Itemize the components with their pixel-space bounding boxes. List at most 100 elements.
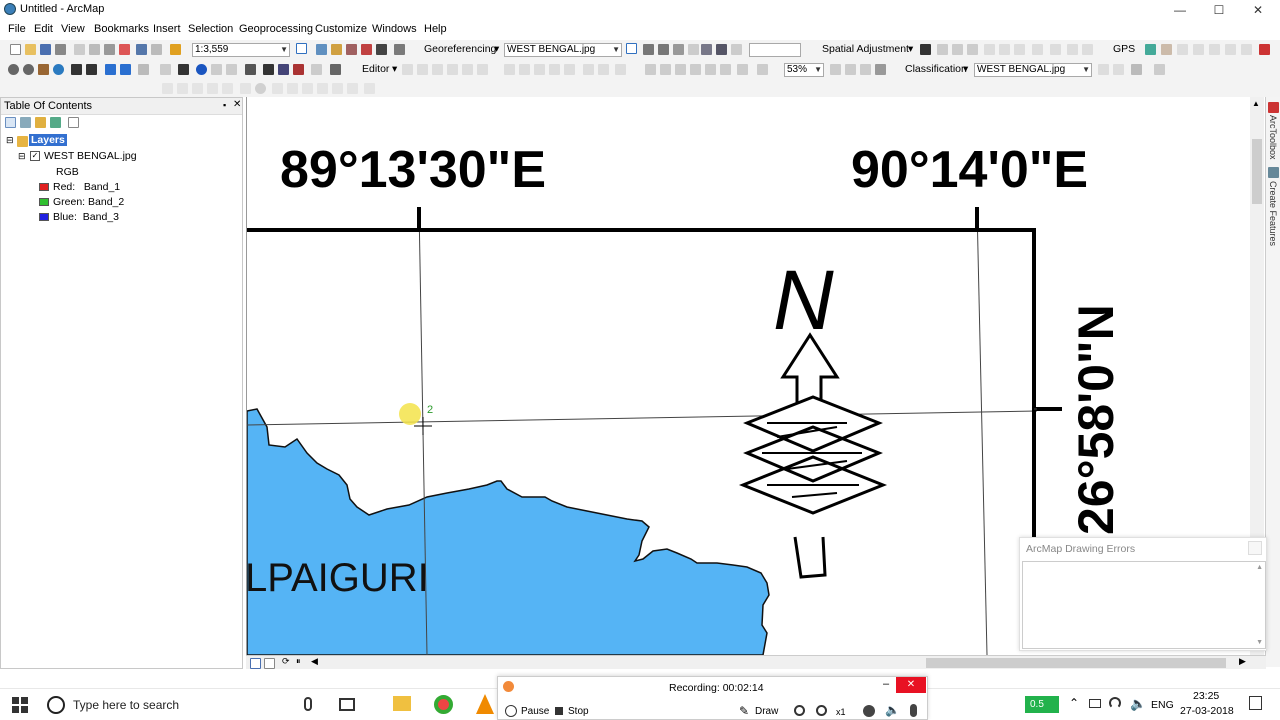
python-window-icon[interactable] [376,44,387,55]
arctoolbox-dock-icon[interactable] [1268,102,1279,113]
redo-icon[interactable] [151,44,162,55]
layer-visibility-checkbox[interactable]: ✓ [30,151,40,161]
straight-segment-icon[interactable] [432,64,443,75]
paste-icon[interactable] [104,44,115,55]
search-window-icon[interactable] [346,44,357,55]
menu-view[interactable]: View [61,23,85,35]
rotate-edit-icon[interactable] [564,64,575,75]
vlc-icon[interactable] [476,694,494,714]
layout-fixed-zoom-in-icon[interactable] [705,64,716,75]
list-by-source-icon[interactable] [20,117,31,128]
classify-icon[interactable] [1131,64,1142,75]
scroll-left-icon[interactable]: ◀ [311,656,318,667]
attributes-icon[interactable] [583,64,594,75]
pause-icon[interactable] [505,705,517,717]
volume-icon[interactable]: 🔈 [1130,696,1146,712]
disabled-tool-icon[interactable] [347,83,358,94]
find-icon[interactable] [263,64,274,75]
limited-adjust-icon[interactable] [999,44,1010,55]
html-popup-icon[interactable] [226,64,237,75]
layout-back-icon[interactable] [737,64,748,75]
toggle-draft-mode-icon[interactable] [830,64,841,75]
time-slider-icon[interactable] [311,64,322,75]
clear-selection-icon[interactable] [160,64,171,75]
toc-options-icon[interactable] [68,117,79,128]
chrome-icon[interactable] [434,695,453,714]
list-by-visibility-icon[interactable] [35,117,46,128]
scroll-up-icon[interactable]: ▲ [1252,99,1260,108]
auto-adjust-icon[interactable] [688,44,699,55]
georef-layer-combo[interactable]: WEST BENGAL.jpg ▼ [504,43,622,57]
action-center-icon[interactable] [1249,696,1262,710]
clear-links-icon[interactable] [1014,44,1025,55]
speaker-icon[interactable]: 🔈 [885,703,900,717]
end-point-arc-icon[interactable] [447,64,458,75]
reshape-icon[interactable] [519,64,530,75]
disabled-tool-icon[interactable] [177,83,188,94]
gps-pan-icon[interactable] [1177,44,1188,55]
list-by-selection-icon[interactable] [50,117,61,128]
close-button[interactable]: ✕ [1238,0,1278,20]
edit-annotation-icon[interactable] [417,64,428,75]
layout-view-icon[interactable] [264,658,275,669]
layers-label[interactable]: Layers [29,134,67,146]
map-scale-combo[interactable]: 1:3,559 ▼ [192,43,290,57]
menu-file[interactable]: File [8,23,26,35]
create-features-dock-icon[interactable] [1268,167,1279,178]
disabled-tool-icon[interactable] [364,83,375,94]
edge-match-icon[interactable] [1067,44,1078,55]
chevron-up-icon[interactable]: ⌃ [1069,696,1079,710]
find-route-icon[interactable] [278,64,289,75]
menu-insert[interactable]: Insert [153,23,181,35]
draw-button[interactable]: Draw [755,706,778,717]
disabled-tool-icon[interactable] [255,83,266,94]
maximize-button[interactable]: ☐ [1199,0,1239,20]
disabled-tool-icon[interactable] [240,83,251,94]
list-by-drawing-order-icon[interactable] [5,117,16,128]
windows-start-icon[interactable] [12,697,28,713]
microphone-icon[interactable] [304,697,312,711]
pin-icon[interactable]: ▪ [223,100,226,110]
fixed-zoom-in-icon[interactable] [71,64,82,75]
disabled-tool-icon[interactable] [192,83,203,94]
drawing-errors-close-button[interactable] [1248,541,1262,555]
cut-polygons-icon[interactable] [534,64,545,75]
scale-icon[interactable] [673,44,684,55]
editor-toolbar-icon[interactable] [296,43,307,54]
zoom-in-icon[interactable] [794,705,805,716]
horizontal-scroll-thumb[interactable] [926,658,1226,668]
create-signature-icon[interactable] [1154,64,1165,75]
layout-zoom-out-icon[interactable] [660,64,671,75]
disabled-tool-icon[interactable] [287,83,298,94]
rotate-icon[interactable] [643,44,654,55]
multi-displacement-icon[interactable] [967,44,978,55]
menu-selection[interactable]: Selection [188,23,233,35]
layout-fixed-zoom-out-icon[interactable] [720,64,731,75]
edit-vertices-icon[interactable] [504,64,515,75]
stop-icon[interactable] [555,707,563,715]
wifi-icon[interactable] [1109,697,1121,709]
editor-menu[interactable]: Editor [362,63,389,75]
drawing-errors-list[interactable]: ▲ ▼ [1022,561,1266,649]
shift-icon[interactable] [658,44,669,55]
layout-zoom-combo[interactable]: 53% ▼ [784,63,824,77]
classification-menu[interactable]: Classification [905,63,967,75]
disabled-tool-icon[interactable] [207,83,218,94]
pause-button[interactable]: Pause [521,706,549,717]
fixed-zoom-out-icon[interactable] [86,64,97,75]
trace-icon[interactable] [462,64,473,75]
select-elements-pointer-icon[interactable] [178,64,189,75]
battery-icon[interactable] [1089,699,1101,708]
create-viewer-icon[interactable] [330,64,341,75]
modify-link-icon[interactable] [952,44,963,55]
refresh-view-icon[interactable]: ⟳ [282,656,290,667]
point-icon[interactable] [477,64,488,75]
clock-time[interactable]: 23:25 [1193,690,1219,702]
back-arrow-icon[interactable] [105,64,116,75]
gps-connect-icon[interactable] [1145,44,1156,55]
gps-open-icon[interactable] [1161,44,1172,55]
open-folder-icon[interactable] [25,44,36,55]
select-elements-icon[interactable] [920,44,931,55]
collapse-layers-icon[interactable]: ⊟ [6,135,14,146]
collapse-layer-icon[interactable]: ⊟ [18,151,26,162]
